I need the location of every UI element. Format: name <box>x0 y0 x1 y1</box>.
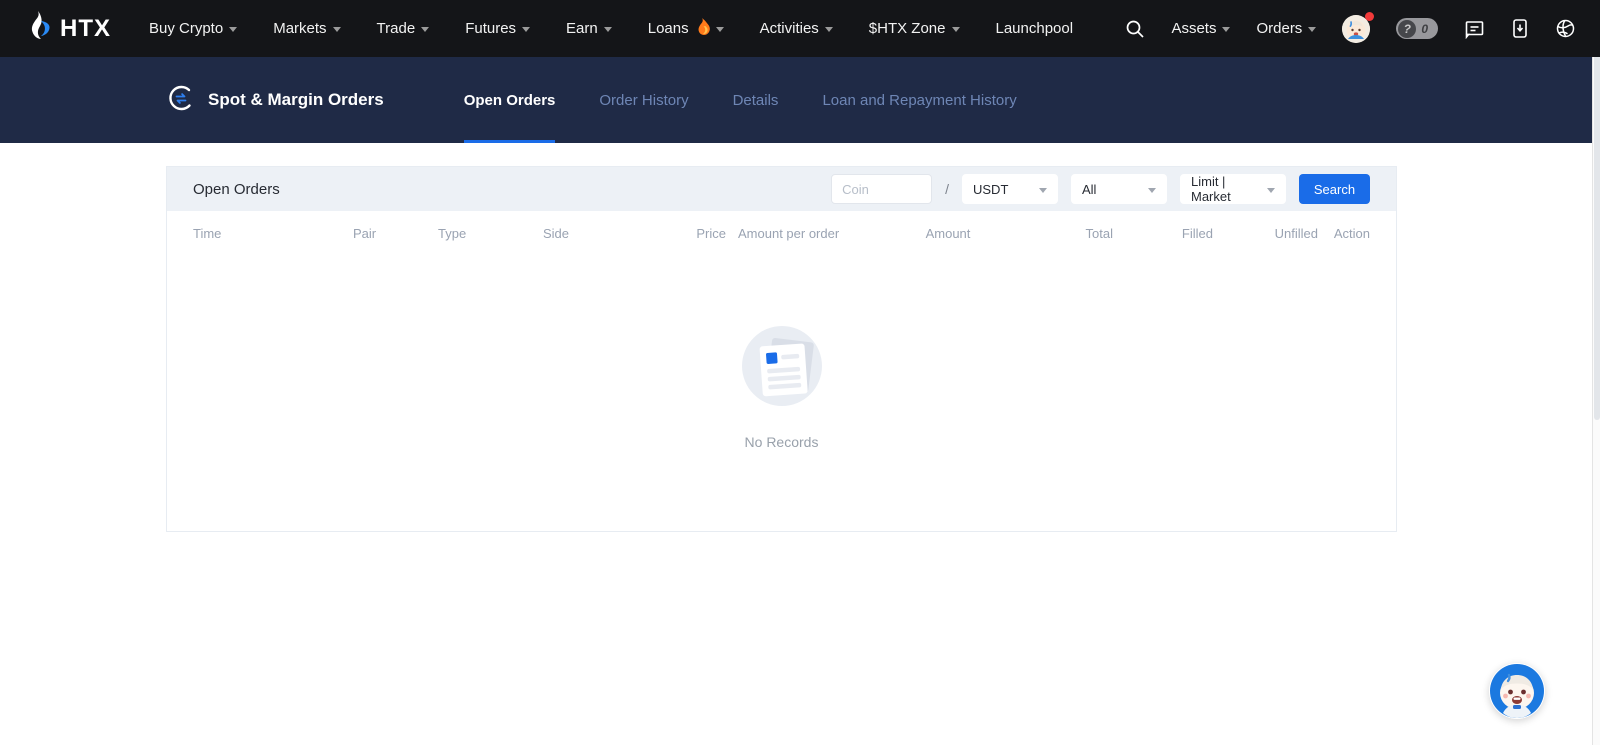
chat-icon[interactable] <box>1464 19 1485 39</box>
col-amount-per-order: Amount per order <box>738 226 883 241</box>
nav-launchpool[interactable]: Launchpool <box>996 20 1074 37</box>
col-side: Side <box>543 226 643 241</box>
chevron-down-icon <box>333 27 341 32</box>
tab-loan-repayment-history[interactable]: Loan and Repayment History <box>822 57 1016 143</box>
spot-margin-orders-icon <box>166 83 196 118</box>
col-total: Total <box>1013 226 1113 241</box>
col-type: Type <box>438 226 543 241</box>
main-content: Open Orders / USDT All Limit | Market Se… <box>0 143 1600 532</box>
page-title: Spot & Margin Orders <box>208 90 384 110</box>
chevron-down-icon <box>229 27 237 32</box>
panel-title: Open Orders <box>193 181 280 198</box>
top-nav: HTX Buy Crypto Markets Trade Futures Ear… <box>0 0 1600 57</box>
chevron-down-icon <box>522 27 530 32</box>
scrollbar-thumb[interactable] <box>1594 0 1600 420</box>
main-menu: Buy Crypto Markets Trade Futures Earn Lo… <box>149 18 1105 39</box>
tab-open-orders[interactable]: Open Orders <box>464 57 556 143</box>
search-button[interactable]: Search <box>1299 174 1370 204</box>
col-pair: Pair <box>353 226 438 241</box>
nav-assets[interactable]: Assets <box>1171 20 1230 37</box>
nav-orders[interactable]: Orders <box>1256 20 1316 37</box>
chevron-down-icon <box>1222 27 1230 32</box>
col-action: Action <box>1318 226 1370 241</box>
chevron-down-icon <box>1039 188 1047 193</box>
points-value: 0 <box>1421 22 1428 36</box>
search-icon[interactable] <box>1125 19 1145 39</box>
chevron-down-icon <box>421 27 429 32</box>
htx-flame-icon <box>28 11 54 46</box>
nav-activities[interactable]: Activities <box>760 20 833 37</box>
points-pill[interactable]: ? 0 <box>1396 18 1438 39</box>
coin-input[interactable] <box>831 174 932 204</box>
col-amount: Amount <box>883 226 1013 241</box>
support-chat-mascot[interactable] <box>1489 663 1545 719</box>
page-scrollbar[interactable] <box>1592 0 1600 745</box>
no-records-icon <box>741 325 823 412</box>
chevron-down-icon <box>952 27 960 32</box>
flame-icon <box>695 18 710 39</box>
tab-details[interactable]: Details <box>733 57 779 143</box>
tab-order-history[interactable]: Order History <box>599 57 688 143</box>
col-unfilled: Unfilled <box>1213 226 1318 241</box>
empty-state: No Records <box>167 255 1396 531</box>
chevron-down-icon <box>1308 27 1316 32</box>
nav-buy-crypto[interactable]: Buy Crypto <box>149 20 237 37</box>
user-avatar[interactable] <box>1342 15 1370 43</box>
chevron-down-icon <box>604 27 612 32</box>
chevron-down-icon <box>1148 188 1156 193</box>
col-price: Price <box>643 226 738 241</box>
htx-logo-text: HTX <box>60 15 111 43</box>
language-globe-icon[interactable] <box>1555 18 1576 39</box>
order-type-select[interactable]: All <box>1071 174 1167 204</box>
notification-dot <box>1365 12 1374 21</box>
nav-earn[interactable]: Earn <box>566 20 612 37</box>
pair-separator: / <box>945 181 949 197</box>
nav-loans[interactable]: Loans <box>648 18 724 39</box>
limit-market-select[interactable]: Limit | Market <box>1180 174 1286 204</box>
col-filled: Filled <box>1113 226 1213 241</box>
orders-tabs: Open Orders Order History Details Loan a… <box>464 57 1017 143</box>
nav-htx-zone[interactable]: $HTX Zone <box>869 20 960 37</box>
nav-trade[interactable]: Trade <box>377 20 430 37</box>
filter-bar: Open Orders / USDT All Limit | Market Se… <box>167 167 1396 211</box>
download-app-icon[interactable] <box>1511 18 1529 39</box>
quote-currency-select[interactable]: USDT <box>962 174 1058 204</box>
open-orders-panel: Open Orders / USDT All Limit | Market Se… <box>166 166 1397 532</box>
htx-logo[interactable]: HTX <box>28 11 111 46</box>
nav-markets[interactable]: Markets <box>273 20 340 37</box>
points-coin-icon: ? <box>1398 20 1416 38</box>
filter-controls: / USDT All Limit | Market Search <box>831 174 1370 204</box>
col-time: Time <box>193 226 353 241</box>
nav-futures[interactable]: Futures <box>465 20 530 37</box>
chevron-down-icon <box>825 27 833 32</box>
orders-subheader: Spot & Margin Orders Open Orders Order H… <box>0 57 1600 143</box>
chevron-down-icon <box>1267 188 1275 193</box>
page-title-group: Spot & Margin Orders <box>166 57 384 143</box>
nav-right-group: Assets Orders ? 0 <box>1125 15 1576 43</box>
no-records-label: No Records <box>745 434 819 450</box>
chevron-down-icon <box>716 27 724 32</box>
table-header: Time Pair Type Side Price Amount per ord… <box>167 211 1396 255</box>
